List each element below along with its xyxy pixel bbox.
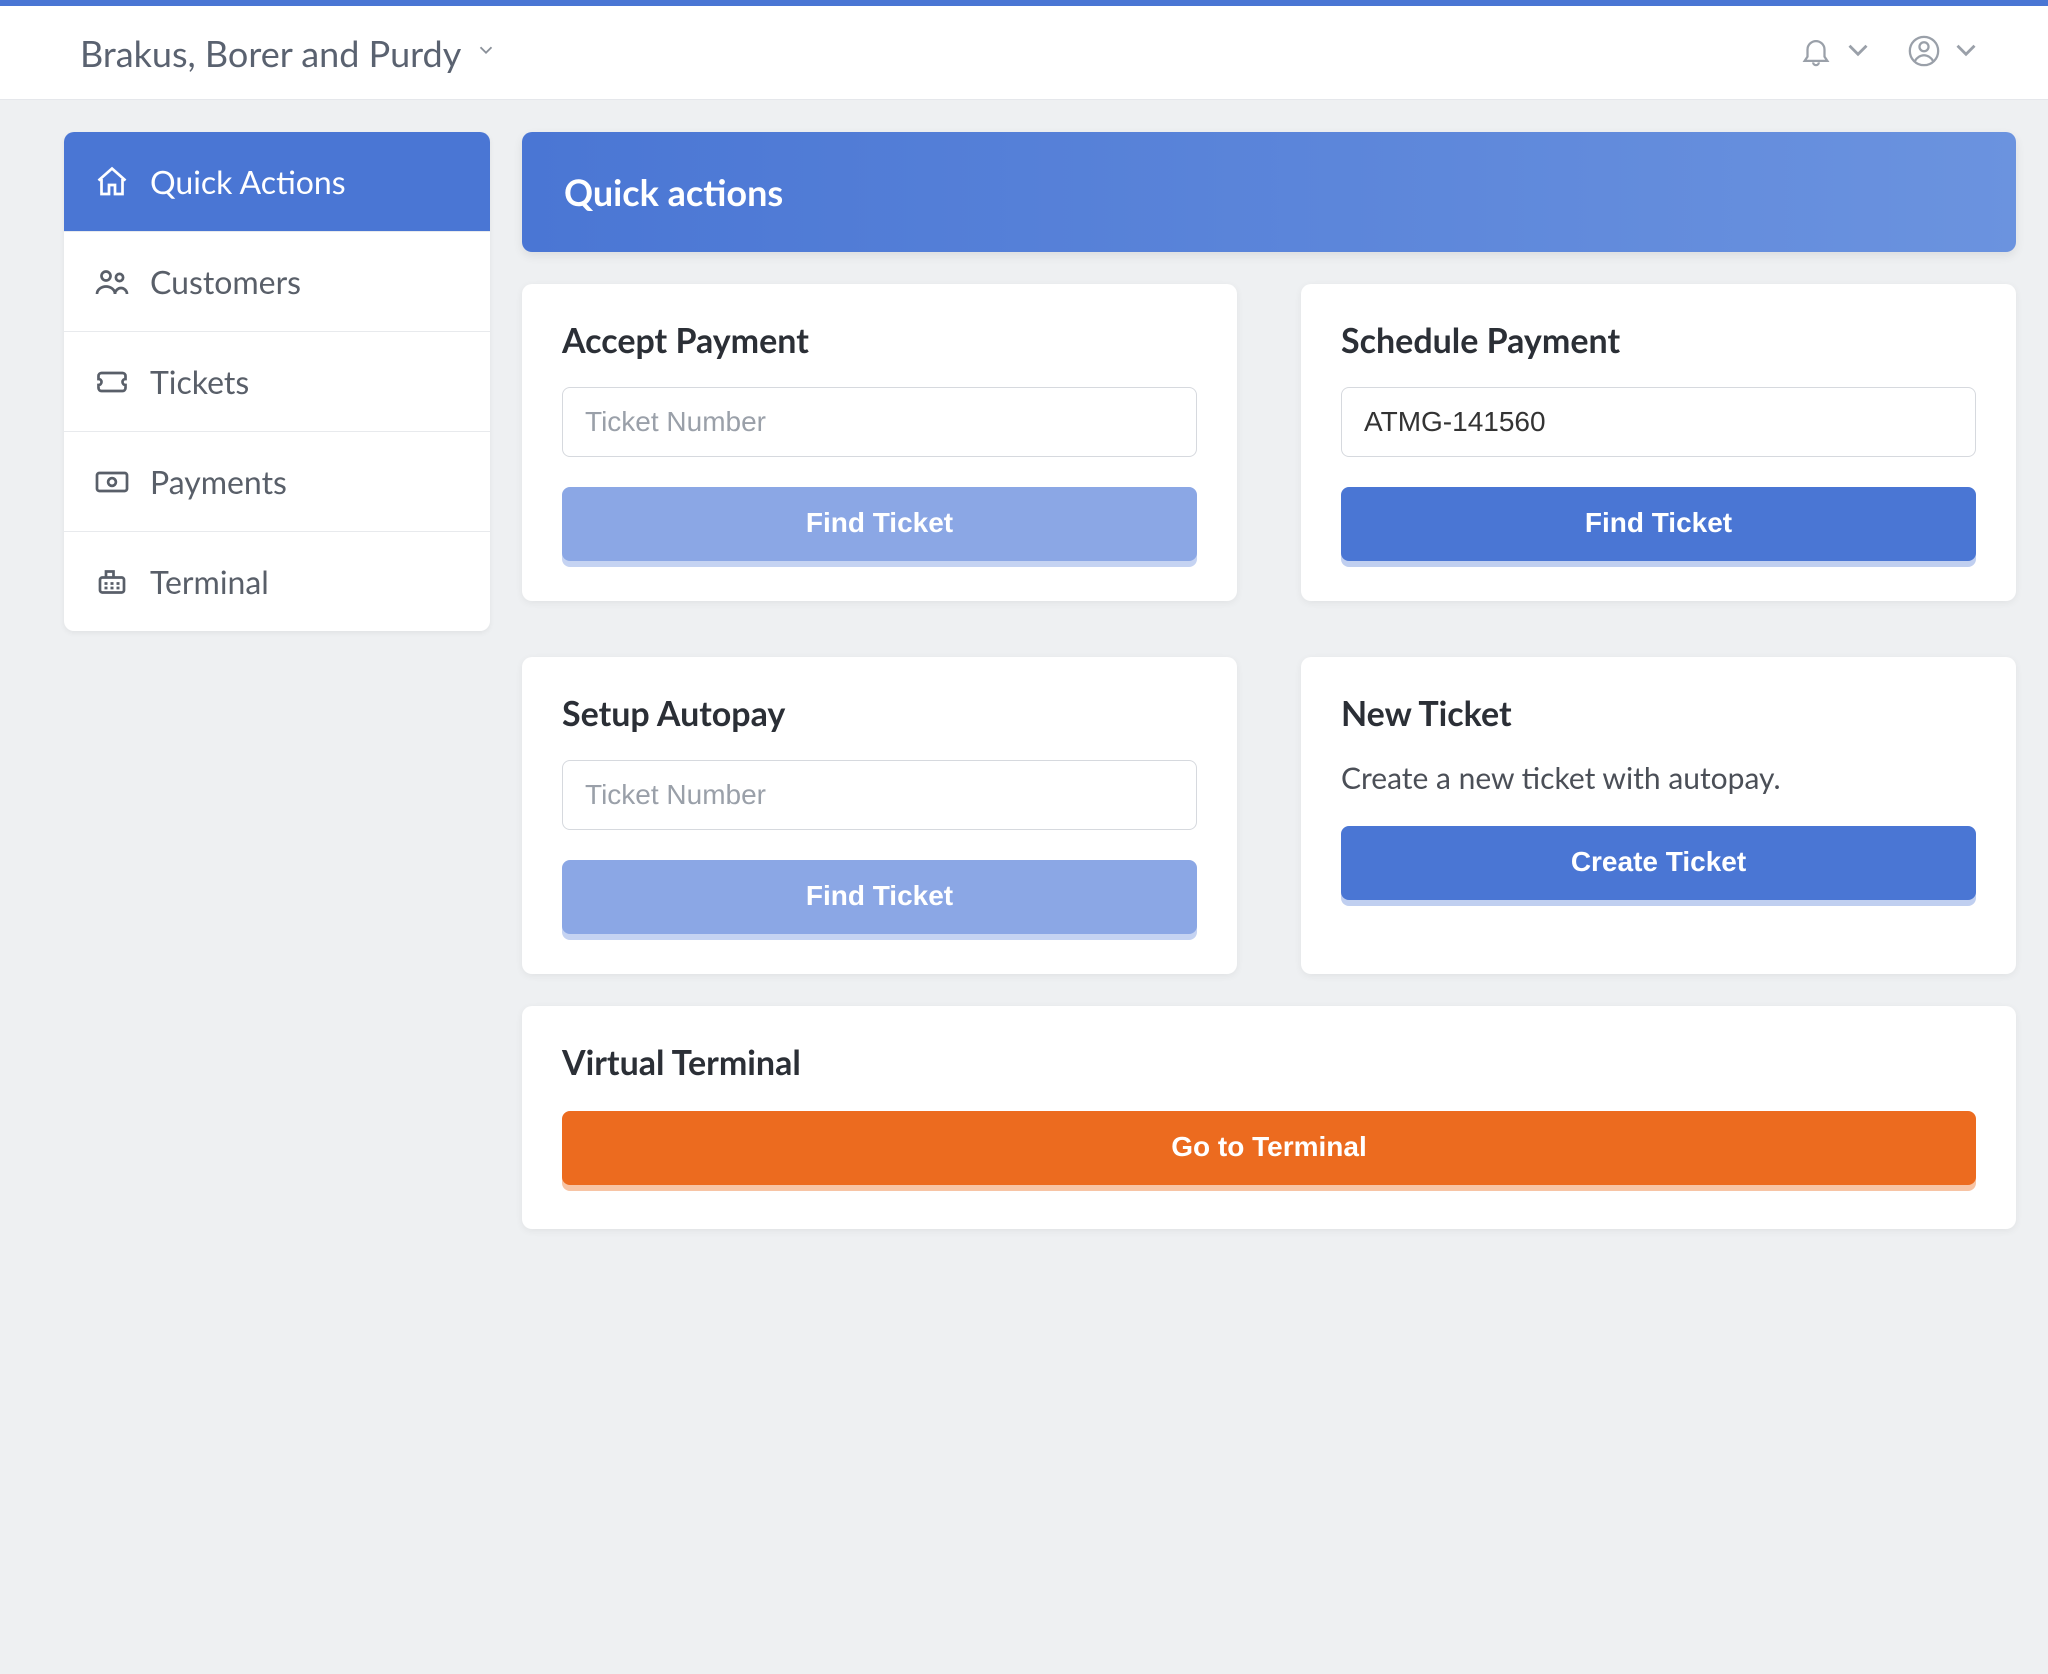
- sidebar-item-payments[interactable]: Payments: [64, 432, 490, 532]
- sidebar-item-label: Tickets: [150, 362, 249, 401]
- users-icon: [92, 264, 132, 300]
- cash-icon: [92, 464, 132, 500]
- card-accept-payment: Accept Payment Find Ticket: [522, 284, 1237, 601]
- home-icon: [92, 164, 132, 200]
- sidebar: Quick Actions Customers Tickets Payments…: [64, 132, 490, 631]
- card-title: New Ticket: [1341, 693, 1976, 734]
- sidebar-item-label: Customers: [150, 262, 301, 301]
- topbar-actions: [1799, 33, 1983, 72]
- card-schedule-payment: Schedule Payment Find Ticket: [1301, 284, 2016, 601]
- card-new-ticket: New Ticket Create a new ticket with auto…: [1301, 657, 2016, 974]
- card-title: Virtual Terminal: [562, 1042, 1976, 1083]
- accept-payment-find-button[interactable]: Find Ticket: [562, 487, 1197, 561]
- sidebar-item-customers[interactable]: Customers: [64, 232, 490, 332]
- card-title: Setup Autopay: [562, 693, 1197, 734]
- schedule-payment-find-button[interactable]: Find Ticket: [1341, 487, 1976, 561]
- card-setup-autopay: Setup Autopay Find Ticket: [522, 657, 1237, 974]
- create-ticket-button[interactable]: Create Ticket: [1341, 826, 1976, 900]
- sidebar-item-label: Quick Actions: [150, 162, 346, 201]
- ticket-icon: [92, 364, 132, 400]
- sidebar-item-terminal[interactable]: Terminal: [64, 532, 490, 631]
- org-name: Brakus, Borer and Purdy: [80, 31, 461, 75]
- account-menu[interactable]: [1907, 33, 1983, 72]
- schedule-payment-ticket-input[interactable]: [1341, 387, 1976, 457]
- go-to-terminal-button[interactable]: Go to Terminal: [562, 1111, 1976, 1185]
- topbar: Brakus, Borer and Purdy: [0, 6, 2048, 100]
- accept-payment-ticket-input[interactable]: [562, 387, 1197, 457]
- chevron-down-icon: [1841, 33, 1875, 72]
- sidebar-item-tickets[interactable]: Tickets: [64, 332, 490, 432]
- sidebar-item-quick-actions[interactable]: Quick Actions: [64, 132, 490, 232]
- notifications-button[interactable]: [1799, 33, 1875, 72]
- chevron-down-icon: [1949, 33, 1983, 72]
- chevron-down-icon: [475, 38, 497, 67]
- setup-autopay-find-button[interactable]: Find Ticket: [562, 860, 1197, 934]
- setup-autopay-ticket-input[interactable]: [562, 760, 1197, 830]
- card-title: Accept Payment: [562, 320, 1197, 361]
- card-title: Schedule Payment: [1341, 320, 1976, 361]
- card-description: Create a new ticket with autopay.: [1341, 760, 1976, 796]
- sidebar-item-label: Terminal: [150, 562, 269, 601]
- user-icon: [1907, 34, 1941, 72]
- org-selector[interactable]: Brakus, Borer and Purdy: [80, 31, 497, 75]
- page-title: Quick actions: [522, 132, 2016, 252]
- card-virtual-terminal: Virtual Terminal Go to Terminal: [522, 1006, 2016, 1229]
- bell-icon: [1799, 34, 1833, 72]
- main-content: Quick actions Accept Payment Find Ticket…: [522, 132, 2016, 1229]
- register-icon: [92, 564, 132, 600]
- sidebar-item-label: Payments: [150, 462, 287, 501]
